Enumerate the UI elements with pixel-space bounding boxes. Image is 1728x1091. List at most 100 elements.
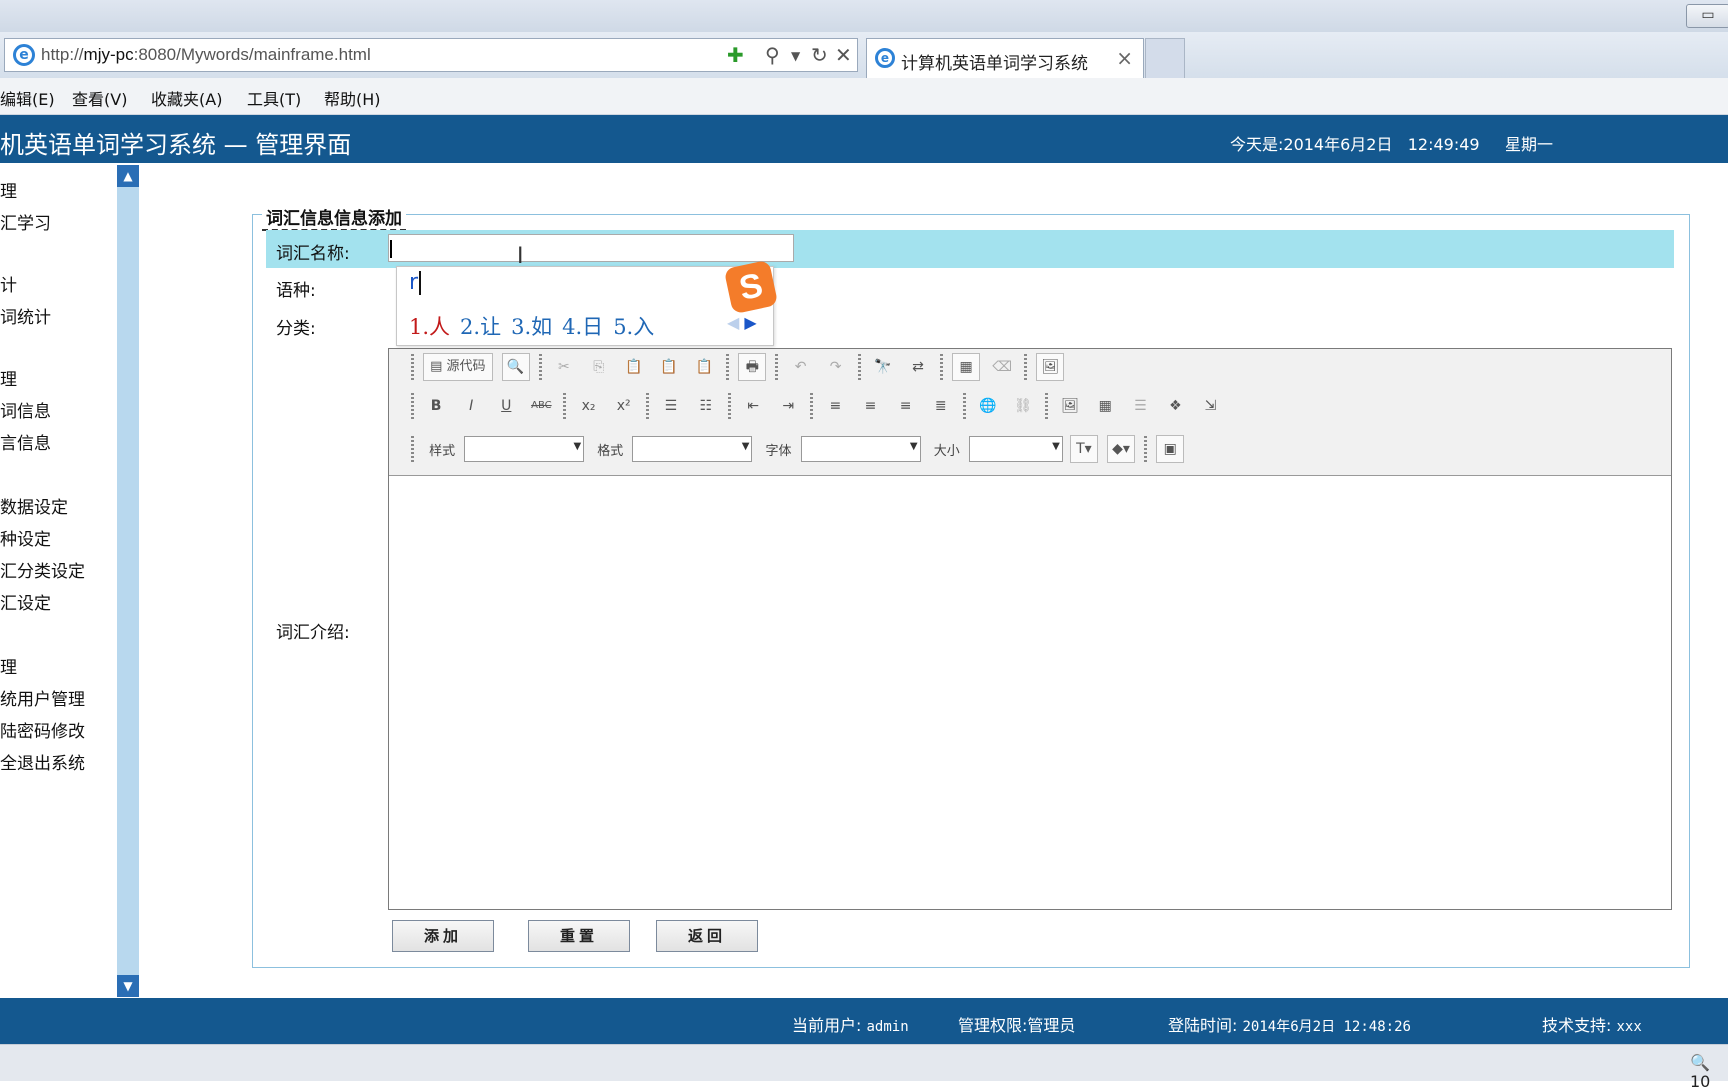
name-label: 词汇名称: — [276, 244, 350, 264]
link-icon[interactable]: 🌐 — [975, 393, 1001, 419]
menu-help[interactable]: 帮助(H) — [324, 86, 381, 110]
source-code-button[interactable]: ▤ 源代码 — [423, 353, 493, 381]
align-left-icon[interactable]: ≡ — [822, 393, 848, 419]
unlink-icon[interactable]: ⛓ — [1010, 393, 1036, 419]
sidebar-item-user-management[interactable]: 统用户管理 — [0, 685, 85, 710]
size-select[interactable] — [968, 436, 1063, 462]
ime-candidate[interactable]: 2.让 — [460, 315, 501, 339]
sidebar-item-word-info[interactable]: 词信息 — [0, 397, 51, 422]
page-break-icon[interactable]: ⇲ — [1198, 393, 1224, 419]
paste-icon[interactable]: 📋 — [621, 354, 647, 380]
zoom-level[interactable]: 🔍10 — [1690, 1053, 1728, 1091]
toolbar-separator — [962, 393, 966, 419]
horizontal-rule-icon[interactable]: ☰ — [1127, 393, 1153, 419]
format-select[interactable] — [632, 436, 753, 462]
select-all-icon[interactable]: ▦ — [952, 353, 981, 381]
subscript-icon[interactable]: x₂ — [576, 393, 602, 419]
url-text[interactable]: http://mjy-pc:8080/Mywords/mainframe.htm… — [41, 45, 371, 65]
toolbar-separator — [726, 354, 730, 380]
sidebar-item-vocab-settings[interactable]: 汇设定 — [0, 589, 51, 614]
paste-text-icon[interactable]: 📋 — [656, 354, 682, 380]
special-char-icon[interactable]: ❖ — [1162, 393, 1188, 419]
scroll-down-icon[interactable]: ▼ — [117, 975, 139, 997]
compat-view-icon[interactable]: ✚ — [727, 43, 744, 67]
sidebar-scrollbar[interactable] — [117, 165, 139, 997]
sidebar-item-word-stats[interactable]: 词统计 — [0, 303, 51, 328]
cut-icon[interactable]: ✂ — [551, 354, 577, 380]
current-user-value: admin — [866, 1019, 909, 1035]
maximize-icon[interactable]: ▣ — [1156, 435, 1185, 463]
style-select[interactable] — [464, 436, 585, 462]
sidebar-item-logout[interactable]: 全退出系统 — [0, 749, 85, 774]
align-right-icon[interactable]: ≡ — [893, 393, 919, 419]
text-color-icon[interactable]: T▾ — [1069, 435, 1098, 463]
rich-text-editor[interactable]: ▤ 源代码 🔍 ✂ ⎘ 📋 📋 📋 🖶 ↶ ↷ 🔭 ⇄ ▦ ⌫ 🖼 B I U … — [388, 348, 1672, 910]
scroll-up-icon[interactable]: ▲ — [117, 165, 139, 187]
replace-icon[interactable]: ⇄ — [905, 354, 931, 380]
menu-view[interactable]: 查看(V) — [72, 86, 127, 110]
ime-prev-icon[interactable]: ◀ — [727, 313, 739, 332]
vocab-name-input[interactable] — [388, 234, 794, 262]
justify-icon[interactable]: ≣ — [928, 393, 954, 419]
tech-support-label: 技术支持: — [1542, 1016, 1612, 1035]
ime-page-arrows[interactable]: ◀ ▶ — [727, 313, 757, 332]
reset-button[interactable]: 重置 — [528, 920, 630, 952]
current-user: 当前用户: admin — [792, 1012, 909, 1036]
sidebar-item-vocab-study[interactable]: 汇学习 — [0, 209, 51, 234]
ime-candidate[interactable]: 1.人 — [409, 315, 450, 339]
toolbar-separator — [1024, 354, 1028, 380]
strikethrough-icon[interactable]: ABC — [528, 393, 554, 419]
ordered-list-icon[interactable]: ☰ — [658, 393, 684, 419]
dropdown-arrow-icon[interactable]: ▼ — [791, 49, 800, 63]
sidebar-group-heading: 理 — [0, 182, 17, 202]
ime-candidate[interactable]: 3.如 — [511, 315, 552, 339]
menu-favorites[interactable]: 收藏夹(A) — [151, 86, 222, 110]
clock-time: 12:49:49 — [1407, 135, 1480, 154]
superscript-icon[interactable]: x² — [611, 393, 637, 419]
window-restore-button[interactable]: ▭ — [1686, 4, 1728, 28]
copy-icon[interactable]: ⎘ — [586, 354, 612, 380]
preview-icon[interactable]: 🔍 — [501, 353, 530, 381]
table-icon[interactable]: ▦ — [1092, 393, 1118, 419]
italic-icon[interactable]: I — [458, 393, 484, 419]
address-bar[interactable]: e http://mjy-pc:8080/Mywords/mainframe.h… — [4, 38, 858, 72]
undo-icon[interactable]: ↶ — [788, 354, 814, 380]
browser-tab-active[interactable]: e 计算机英语单词学习系统 × — [866, 38, 1144, 79]
ime-candidate[interactable]: 4.日 — [562, 315, 603, 339]
toolbar-separator — [538, 354, 542, 380]
ime-next-icon[interactable]: ▶ — [744, 313, 756, 332]
outdent-icon[interactable]: ⇤ — [740, 393, 766, 419]
sidebar-item-message-info[interactable]: 言信息 — [0, 429, 51, 454]
bold-icon[interactable]: B — [423, 393, 449, 419]
indent-icon[interactable]: ⇥ — [775, 393, 801, 419]
align-center-icon[interactable]: ≡ — [858, 393, 884, 419]
redo-icon[interactable]: ↷ — [823, 354, 849, 380]
toolbar-separator — [645, 393, 649, 419]
tab-close-icon[interactable]: × — [1116, 46, 1133, 70]
paste-word-icon[interactable]: 📋 — [691, 354, 717, 380]
editor-content-area[interactable] — [389, 476, 1671, 909]
new-tab-button[interactable] — [1145, 38, 1185, 79]
url-path: :8080/Mywords/mainframe.html — [133, 45, 371, 64]
refresh-icon[interactable]: ↻ — [811, 43, 828, 67]
background-color-icon[interactable]: ◆▾ — [1107, 435, 1135, 463]
menu-tools[interactable]: 工具(T) — [247, 86, 301, 110]
add-button[interactable]: 添加 — [392, 920, 494, 952]
underline-icon[interactable]: U — [493, 393, 519, 419]
image-icon[interactable]: 🖼 — [1036, 353, 1065, 381]
sidebar-item-change-password[interactable]: 陆密码修改 — [0, 717, 85, 742]
remove-format-icon[interactable]: ⌫ — [989, 354, 1015, 380]
ime-candidate[interactable]: 5.入 — [613, 315, 654, 339]
menu-edit[interactable]: 编辑(E) — [0, 86, 55, 110]
sidebar-item-language-settings[interactable]: 种设定 — [0, 525, 51, 550]
unordered-list-icon[interactable]: ☷ — [693, 393, 719, 419]
sogou-ime-logo: S — [723, 259, 779, 315]
insert-image-icon[interactable]: 🖼 — [1057, 393, 1083, 419]
stop-icon[interactable]: ✕ — [835, 43, 852, 67]
print-icon[interactable]: 🖶 — [738, 353, 767, 381]
find-icon[interactable]: 🔭 — [870, 354, 896, 380]
search-icon[interactable]: ⚲ — [765, 43, 780, 67]
font-select[interactable] — [800, 436, 921, 462]
back-button[interactable]: 返回 — [656, 920, 758, 952]
sidebar-item-category-settings[interactable]: 汇分类设定 — [0, 557, 85, 582]
